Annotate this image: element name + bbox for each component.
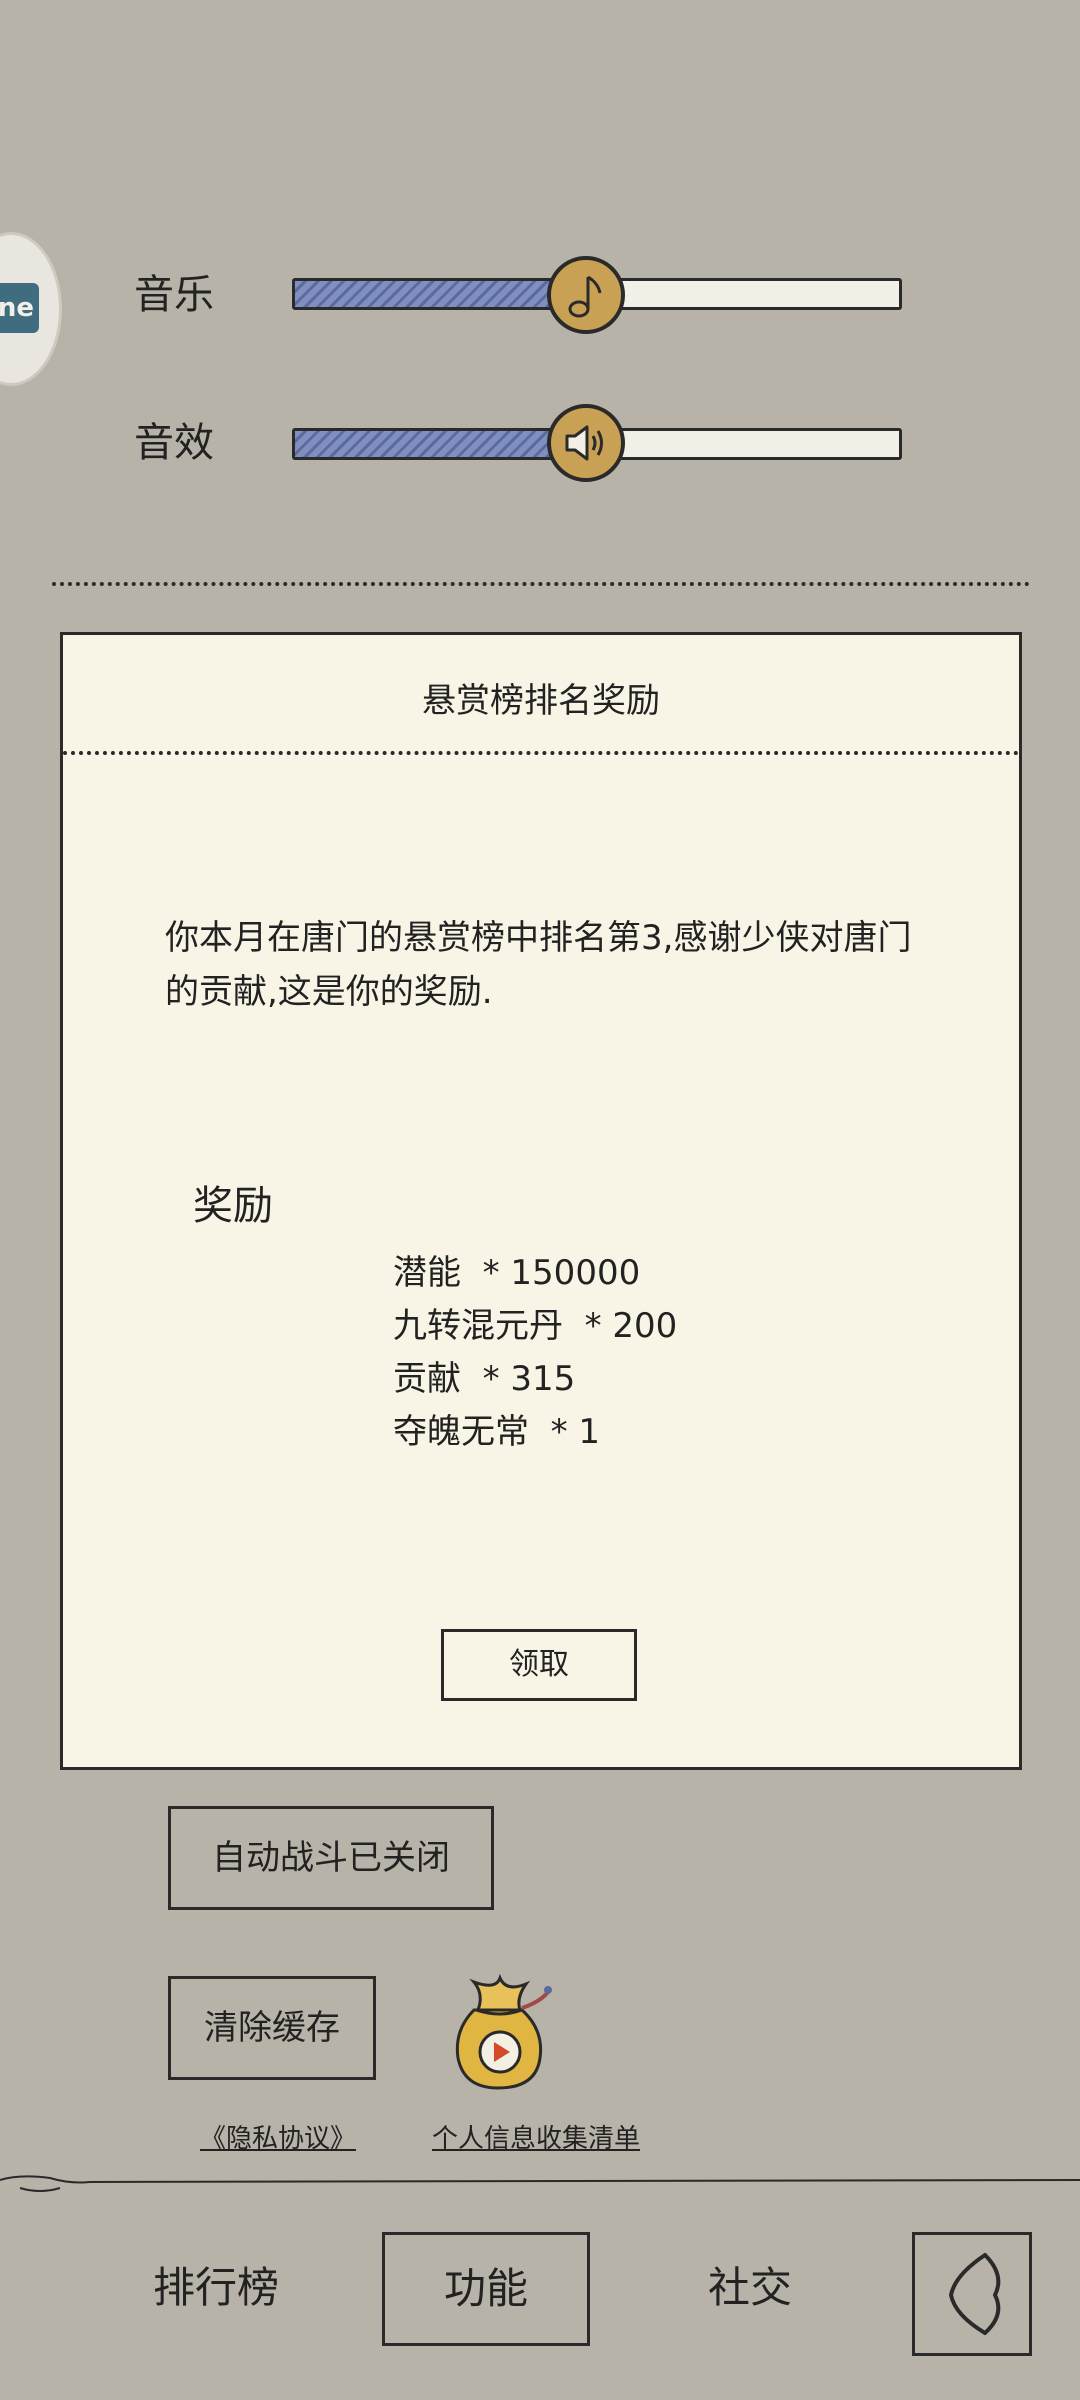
tab-functions[interactable]: 功能 bbox=[382, 2232, 590, 2346]
claim-button[interactable]: 领取 bbox=[441, 1629, 637, 1701]
reward-message: 你本月在唐门的悬赏榜中排名第3,感谢少侠对唐门的贡献,这是你的奖励. bbox=[165, 918, 912, 1012]
music-slider-knob[interactable] bbox=[546, 256, 625, 334]
scribble-divider bbox=[0, 2175, 1080, 2192]
panel-divider bbox=[63, 751, 1019, 755]
reward-heading: 奖励 bbox=[193, 1183, 273, 1229]
avatar[interactable]: ne bbox=[0, 232, 62, 386]
reward-item: 潜能 * 150000 bbox=[393, 1253, 641, 1293]
reward-item: 九转混元丹 * 200 bbox=[393, 1306, 678, 1346]
reward-item: 夺魄无常 * 1 bbox=[393, 1412, 601, 1452]
reward-item: 贡献 * 315 bbox=[393, 1359, 576, 1399]
auto-battle-button[interactable]: 自动战斗已关闭 bbox=[168, 1806, 494, 1910]
reward-panel: 悬赏榜排名奖励 你本月在唐门的悬赏榜中排名第3,感谢少侠对唐门的贡献,这是你的奖… bbox=[60, 632, 1022, 1770]
back-arrow-icon bbox=[948, 2253, 1001, 2335]
sfx-slider-knob[interactable] bbox=[546, 404, 625, 482]
tab-leaderboard[interactable]: 排行榜 bbox=[130, 2258, 302, 2318]
reward-list: 潜能 * 150000 九转混元丹 * 200 贡献 * 315 夺魄无常 * … bbox=[393, 1247, 677, 1459]
sfx-slider-fill bbox=[295, 431, 561, 457]
sfx-label: 音效 bbox=[134, 420, 214, 466]
music-slider-fill bbox=[295, 281, 561, 307]
music-label: 音乐 bbox=[134, 272, 214, 318]
music-note-icon bbox=[568, 275, 602, 318]
personal-info-link[interactable]: 个人信息收集清单 bbox=[432, 2118, 640, 2155]
panel-title: 悬赏榜排名奖励 bbox=[422, 681, 660, 721]
privacy-policy-link[interactable]: 《隐私协议》 bbox=[200, 2118, 356, 2155]
video-reward-bag-icon[interactable] bbox=[444, 1970, 554, 2094]
clear-cache-button[interactable]: 清除缓存 bbox=[168, 1976, 376, 2080]
tab-social[interactable]: 社交 bbox=[690, 2258, 810, 2318]
speaker-icon bbox=[565, 425, 603, 461]
app-logo-icon: ne bbox=[0, 283, 39, 333]
back-button[interactable] bbox=[912, 2232, 1032, 2356]
section-divider bbox=[52, 582, 1030, 586]
